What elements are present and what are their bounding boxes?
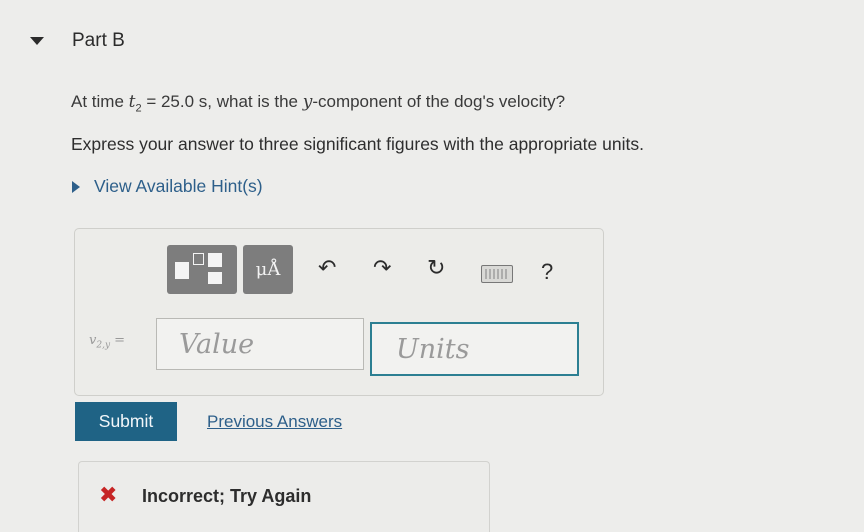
- question-text: At time t2 = 25.0 s, what is the y-compo…: [71, 92, 565, 114]
- units-symbol: μÅ: [255, 259, 281, 280]
- collapse-triangle-icon[interactable]: [30, 37, 44, 45]
- answer-instructions: Express your answer to three significant…: [71, 134, 644, 154]
- units-button[interactable]: μÅ: [243, 245, 293, 294]
- templates-icon: [175, 262, 189, 279]
- reset-icon[interactable]: ↻: [427, 257, 445, 279]
- feedback-box: ✖ Incorrect; Try Again: [78, 461, 490, 532]
- error-x-icon: ✖: [99, 482, 118, 507]
- answer-panel: μÅ ↶ ↷ ↻ ? v2,y =: [74, 228, 604, 396]
- question-prefix: At time: [71, 92, 129, 111]
- templates-button[interactable]: [167, 245, 237, 294]
- part-title[interactable]: Part B: [72, 30, 125, 52]
- feedback-message: Incorrect; Try Again: [142, 486, 312, 506]
- units-input[interactable]: [370, 322, 579, 376]
- hint-label: View Available Hint(s): [94, 176, 263, 196]
- keyboard-icon[interactable]: [481, 265, 513, 283]
- question-suffix: -component of the dog's velocity?: [312, 92, 566, 111]
- view-hints-link[interactable]: View Available Hint(s): [72, 176, 263, 197]
- template-box-icon: [193, 253, 204, 265]
- undo-icon[interactable]: ↶: [318, 257, 336, 279]
- submit-button[interactable]: Submit: [75, 402, 177, 441]
- redo-icon[interactable]: ↷: [373, 257, 391, 279]
- answer-variable-label: v2,y =: [89, 333, 125, 351]
- variable-subscript: 2,y: [96, 340, 111, 351]
- help-icon[interactable]: ?: [541, 259, 553, 285]
- variable-equals: =: [110, 333, 126, 348]
- template-box-icon: [208, 272, 222, 284]
- component-variable: y: [302, 92, 313, 112]
- template-box-icon: [208, 253, 222, 267]
- triangle-right-icon: [72, 180, 80, 193]
- previous-answers-link[interactable]: Previous Answers: [207, 412, 342, 432]
- keyboard-keys: [485, 269, 509, 279]
- time-value: = 25.0 s, what is the: [141, 92, 303, 111]
- value-input[interactable]: [156, 318, 364, 370]
